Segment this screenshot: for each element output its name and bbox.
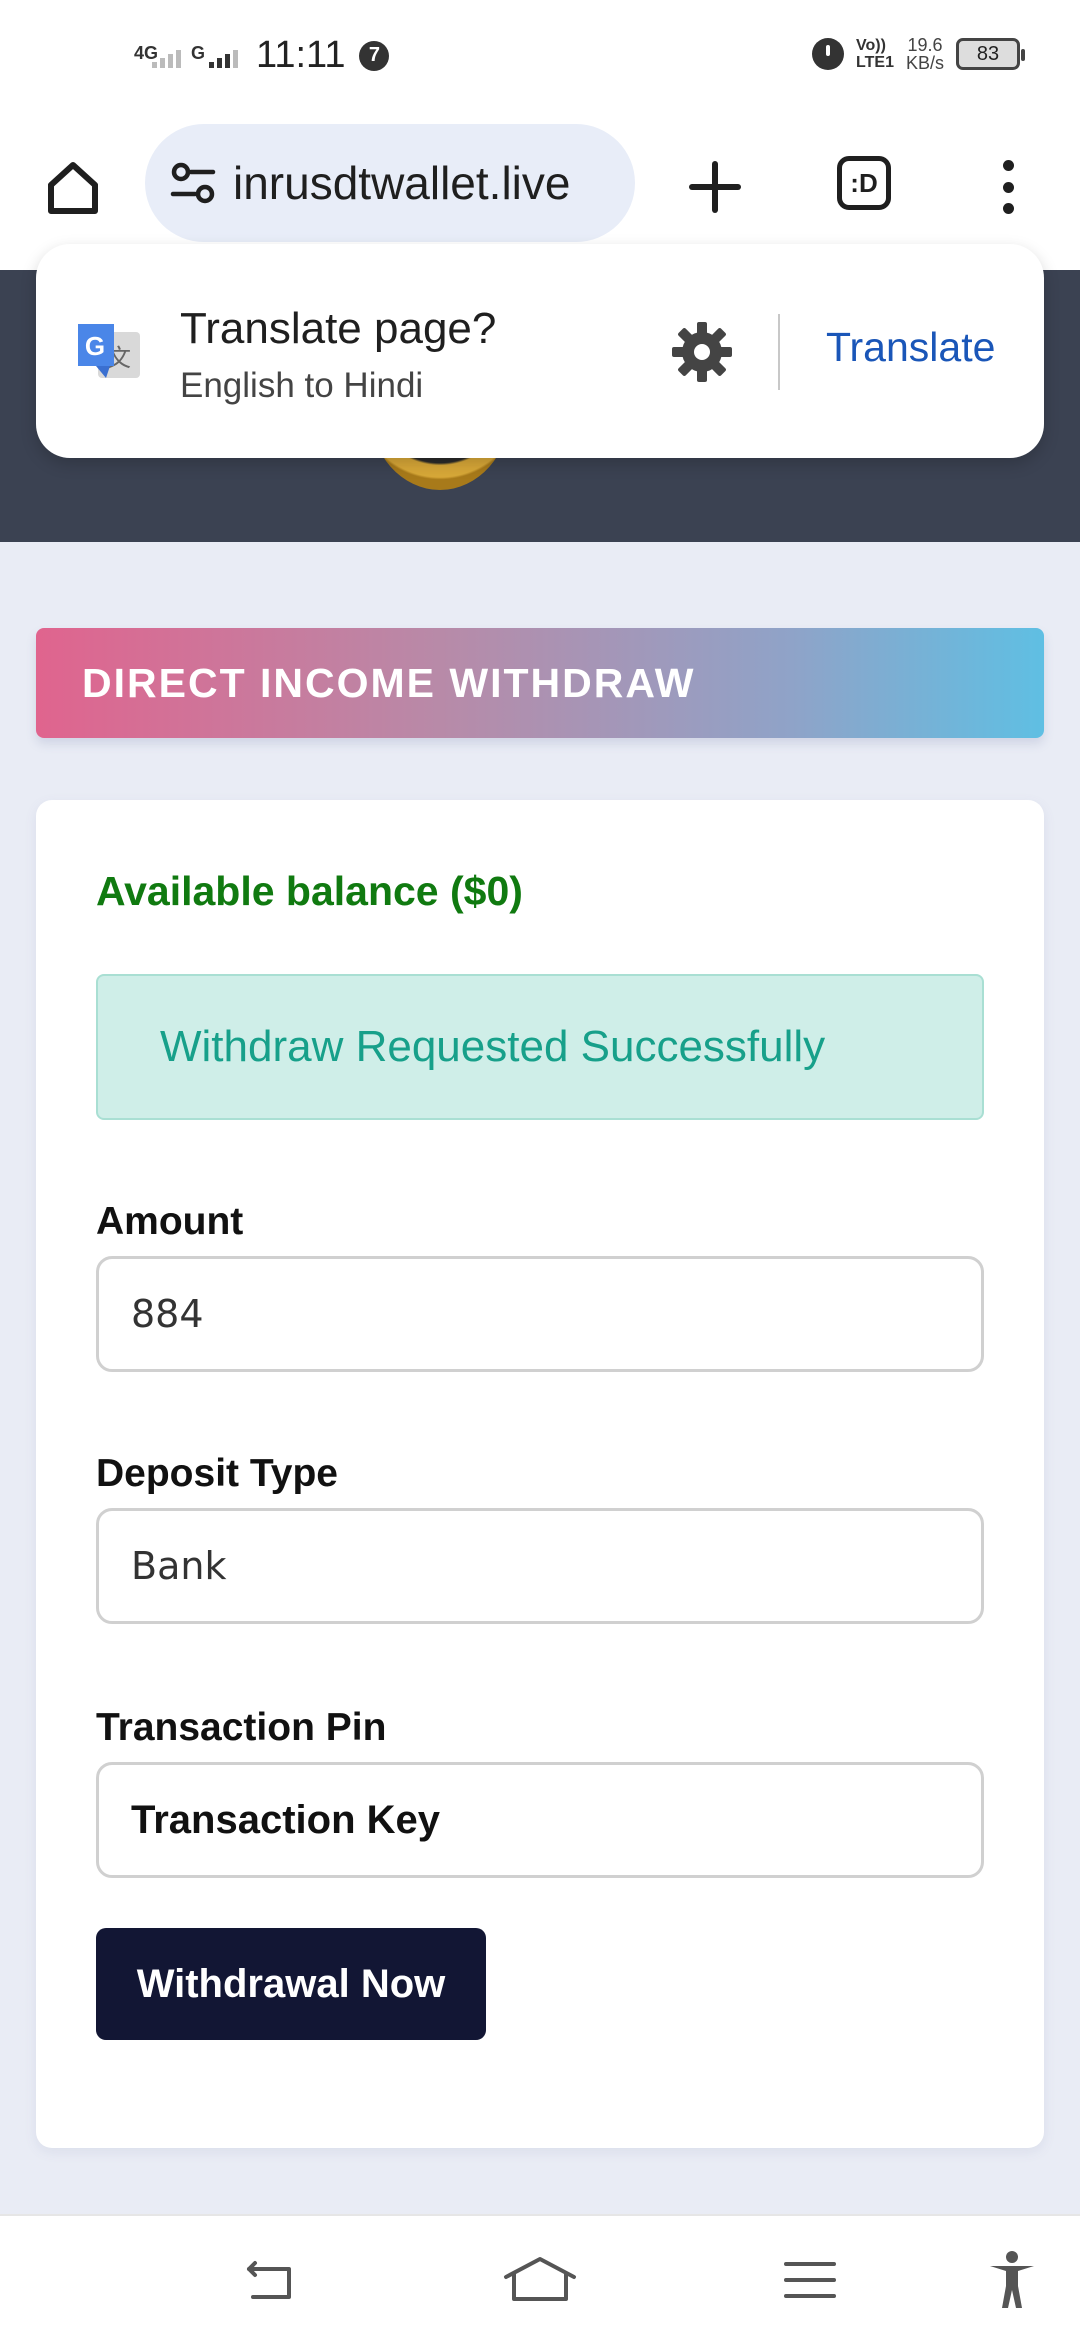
tune-icon[interactable] <box>167 157 219 209</box>
alarm-icon <box>812 38 845 70</box>
svg-text:G: G <box>85 331 105 361</box>
status-bar: 4G G 11:11 7 Vo)) LTE1 19.6 KB/s 83 <box>0 0 1080 122</box>
network-type-2: G <box>191 42 206 63</box>
withdraw-form-card: Available balance ($0) Withdraw Requeste… <box>36 800 1044 2148</box>
google-translate-icon: 文 G <box>74 318 144 388</box>
plus-icon[interactable] <box>680 152 750 222</box>
translate-title: Translate page? <box>180 304 497 353</box>
clock: 11:11 <box>256 34 346 76</box>
menu-lines-icon[interactable] <box>780 2250 840 2310</box>
signal-bars-icon <box>209 48 238 68</box>
divider <box>778 314 780 390</box>
battery-level: 83 <box>976 42 1000 65</box>
deposit-type-label: Deposit Type <box>96 1452 338 1495</box>
network-speed: 19.6 KB/s <box>906 36 944 72</box>
page-title-bar: DIRECT INCOME WITHDRAW <box>36 628 1044 738</box>
translate-popup: 文 G Translate page? English to Hindi Tra… <box>36 244 1044 458</box>
volte-line-2: LTE1 <box>856 54 894 71</box>
signal-bars-icon <box>152 48 181 68</box>
success-alert: Withdraw Requested Successfully <box>96 974 984 1120</box>
url-text[interactable]: inrusdtwallet.live <box>233 156 633 210</box>
status-left: 4G G 11:11 7 <box>134 34 390 77</box>
back-icon[interactable] <box>236 2250 306 2310</box>
home-icon[interactable] <box>38 152 108 222</box>
available-balance: Available balance ($0) <box>96 868 523 914</box>
notification-count-badge: 7 <box>359 40 390 71</box>
address-bar[interactable]: inrusdtwallet.live <box>145 124 635 242</box>
system-nav-bar <box>0 2214 1080 2340</box>
transaction-pin-input[interactable]: Transaction Key <box>96 1762 984 1878</box>
alert-message: Withdraw Requested Successfully <box>160 1022 826 1071</box>
volte-line-1: Vo)) <box>856 37 886 54</box>
volte-indicator: Vo)) LTE1 <box>856 37 894 71</box>
tab-switcher-button[interactable]: :D <box>837 156 891 210</box>
status-right: Vo)) LTE1 19.6 KB/s 83 <box>812 36 1025 72</box>
translate-button[interactable]: Translate <box>826 324 995 371</box>
translate-subtitle: English to Hindi <box>180 366 424 405</box>
accessibility-icon[interactable] <box>982 2250 1042 2310</box>
more-vert-icon[interactable] <box>990 152 1026 222</box>
amount-label: Amount <box>96 1200 244 1243</box>
signal-sim1: 4G <box>134 44 181 68</box>
amount-input[interactable]: 884 <box>96 1256 984 1372</box>
gear-icon[interactable] <box>670 320 734 384</box>
page-title: DIRECT INCOME WITHDRAW <box>82 660 696 706</box>
speed-unit: KB/s <box>905 53 944 73</box>
signal-sim2: G <box>191 44 238 68</box>
battery-icon: 83 <box>956 38 1025 70</box>
transaction-pin-label: Transaction Pin <box>96 1706 387 1749</box>
deposit-type-input[interactable]: Bank <box>96 1508 984 1624</box>
withdrawal-now-button[interactable]: Withdrawal Now <box>96 1928 486 2040</box>
home-nav-icon[interactable] <box>500 2250 580 2310</box>
speed-value: 19.6 <box>907 35 943 55</box>
